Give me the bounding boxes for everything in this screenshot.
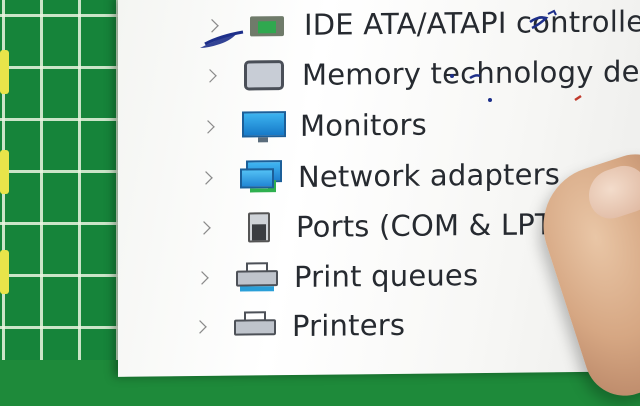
expand-chevron-icon[interactable]: [193, 320, 207, 334]
expand-chevron-icon[interactable]: [197, 221, 211, 235]
network-adapter-icon: [238, 160, 284, 194]
port-icon: [236, 210, 282, 244]
ide-controller-icon: [244, 8, 290, 42]
expand-chevron-icon[interactable]: [199, 171, 213, 185]
category-label: Memory technology devices: [302, 53, 640, 92]
category-monitors[interactable]: Monitors: [200, 105, 427, 147]
cutting-mat-background: [0, 0, 135, 360]
category-network-adapters[interactable]: Network adapters: [198, 154, 560, 198]
mat-ruler-mark: [0, 150, 9, 194]
expand-chevron-icon[interactable]: [205, 19, 219, 33]
mat-ruler-mark: [0, 50, 9, 94]
category-printers[interactable]: Printers: [192, 305, 405, 347]
category-label: Print queues: [294, 258, 479, 294]
category-ide-ata-atapi[interactable]: IDE ATA/ATAPI controllers: [204, 1, 640, 46]
memory-device-icon: [242, 58, 288, 92]
mat-ruler-mark: [0, 250, 9, 294]
category-label: Network adapters: [298, 157, 561, 194]
category-label: Monitors: [300, 107, 427, 143]
expand-chevron-icon[interactable]: [203, 69, 217, 83]
category-print-queues[interactable]: Print queues: [194, 255, 478, 298]
category-memory-technology[interactable]: Memory technology devices: [202, 51, 640, 96]
monitor-icon: [240, 109, 286, 143]
category-ports[interactable]: Ports (COM & LPT): [196, 204, 564, 248]
printer-icon: [232, 309, 278, 343]
expand-chevron-icon[interactable]: [195, 271, 209, 285]
expand-chevron-icon[interactable]: [201, 120, 215, 134]
category-label: Printers: [292, 307, 406, 344]
category-label: Ports (COM & LPT): [296, 207, 565, 244]
print-queue-icon: [234, 260, 280, 294]
category-label: IDE ATA/ATAPI controllers: [304, 4, 640, 42]
